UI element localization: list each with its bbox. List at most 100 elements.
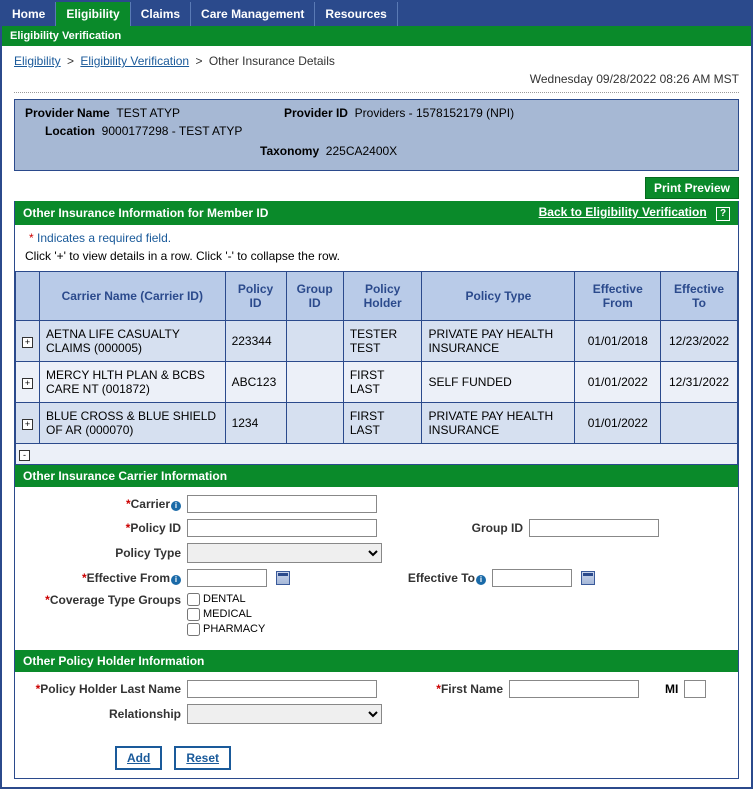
col-policy-type[interactable]: Policy Type (422, 271, 575, 320)
effective-to-input[interactable] (492, 569, 572, 587)
cell-to (661, 402, 738, 443)
section-title-1: Other Insurance Information for Member I… (23, 206, 268, 220)
print-preview-button[interactable]: Print Preview (645, 177, 739, 199)
cell-policy-id: 1234 (225, 402, 286, 443)
back-to-verification-link[interactable]: Back to Eligibility Verification (539, 205, 707, 219)
col-policy-id[interactable]: Policy ID (225, 271, 286, 320)
breadcrumb-verification[interactable]: Eligibility Verification (80, 54, 189, 68)
policy-id-label: Policy ID (130, 521, 181, 535)
provider-name-label: Provider Name (25, 106, 110, 120)
cell-to: 12/31/2022 (661, 361, 738, 402)
timestamp: Wednesday 09/28/2022 08:26 AM MST (14, 72, 739, 86)
policy-type-select[interactable] (187, 543, 382, 563)
cell-type: PRIVATE PAY HEALTH INSURANCE (422, 402, 575, 443)
info-icon[interactable]: i (171, 501, 181, 511)
tab-home[interactable]: Home (2, 2, 56, 26)
cell-group-id (286, 361, 343, 402)
first-name-input[interactable] (509, 680, 639, 698)
cell-policy-id: 223344 (225, 320, 286, 361)
section-other-insurance-info: Other Insurance Information for Member I… (15, 201, 738, 225)
provider-info-panel: Provider Name TEST ATYP Provider ID Prov… (14, 99, 739, 171)
cell-type: PRIVATE PAY HEALTH INSURANCE (422, 320, 575, 361)
cell-carrier: MERCY HLTH PLAN & BCBS CARE NT (001872) (40, 361, 226, 402)
cell-group-id (286, 320, 343, 361)
location-value: 9000177298 - TEST ATYP (102, 124, 243, 138)
section-title-3: Other Policy Holder Information (23, 654, 204, 668)
tab-resources[interactable]: Resources (315, 2, 397, 26)
cell-type: SELF FUNDED (422, 361, 575, 402)
col-effective-to[interactable]: Effective To (661, 271, 738, 320)
cell-carrier: BLUE CROSS & BLUE SHIELD OF AR (000070) (40, 402, 226, 443)
tab-eligibility[interactable]: Eligibility (56, 2, 130, 26)
expand-new-row-button[interactable]: - (19, 450, 30, 461)
relationship-select[interactable] (187, 704, 382, 724)
table-row: + MERCY HLTH PLAN & BCBS CARE NT (001872)… (16, 361, 738, 402)
table-row: + AETNA LIFE CASUALTY CLAIMS (000005)2233… (16, 320, 738, 361)
last-name-input[interactable] (187, 680, 377, 698)
section-title-2: Other Insurance Carrier Information (23, 469, 227, 483)
coverage-dental-label: DENTAL (203, 593, 246, 605)
top-nav: Home Eligibility Claims Care Management … (2, 2, 751, 26)
group-id-label: Group ID (472, 521, 523, 535)
relationship-label: Relationship (109, 707, 181, 721)
expand-row-button[interactable]: + (22, 378, 33, 389)
mi-label: MI (665, 682, 678, 696)
col-group-id[interactable]: Group ID (286, 271, 343, 320)
expand-row-button[interactable]: + (22, 337, 33, 348)
cell-holder: TESTER TEST (343, 320, 422, 361)
policy-id-input[interactable] (187, 519, 377, 537)
group-id-input[interactable] (529, 519, 659, 537)
calendar-icon[interactable] (581, 571, 595, 585)
tab-care-management[interactable]: Care Management (191, 2, 315, 26)
policy-type-label: Policy Type (115, 546, 181, 560)
mi-input[interactable] (684, 680, 706, 698)
carrier-input[interactable] (187, 495, 377, 513)
cell-from: 01/01/2022 (575, 361, 661, 402)
table-row: + BLUE CROSS & BLUE SHIELD OF AR (000070)… (16, 402, 738, 443)
info-icon[interactable]: i (171, 575, 181, 585)
col-carrier[interactable]: Carrier Name (Carrier ID) (40, 271, 226, 320)
last-name-label: Policy Holder Last Name (40, 682, 181, 696)
help-icon[interactable]: ? (716, 207, 730, 221)
tab-claims[interactable]: Claims (131, 2, 191, 26)
section-carrier-info: Other Insurance Carrier Information (15, 465, 738, 487)
breadcrumb-eligibility[interactable]: Eligibility (14, 54, 61, 68)
calendar-icon[interactable] (276, 571, 290, 585)
location-label: Location (45, 124, 95, 138)
cell-to: 12/23/2022 (661, 320, 738, 361)
col-policy-holder[interactable]: Policy Holder (343, 271, 422, 320)
cell-holder: FIRST LAST (343, 361, 422, 402)
effective-from-label: Effective From (87, 571, 170, 585)
insurance-table: Carrier Name (Carrier ID) Policy ID Grou… (15, 271, 738, 444)
coverage-medical-label: MEDICAL (203, 608, 252, 620)
coverage-medical-checkbox[interactable] (187, 608, 200, 621)
expand-row-button[interactable]: + (22, 419, 33, 430)
coverage-pharmacy-checkbox[interactable] (187, 623, 200, 636)
cell-policy-id: ABC123 (225, 361, 286, 402)
breadcrumb: Eligibility > Eligibility Verification >… (14, 54, 739, 68)
taxonomy-label: Taxonomy (260, 144, 319, 158)
expand-instruction: Click '+' to view details in a row. Clic… (15, 247, 738, 271)
reset-button[interactable]: Reset (174, 746, 231, 770)
cell-group-id (286, 402, 343, 443)
cell-from: 01/01/2018 (575, 320, 661, 361)
effective-from-input[interactable] (187, 569, 267, 587)
provider-id-value: Providers - 1578152179 (NPI) (355, 106, 514, 120)
coverage-dental-checkbox[interactable] (187, 593, 200, 606)
col-effective-from[interactable]: Effective From (575, 271, 661, 320)
breadcrumb-current: Other Insurance Details (209, 54, 335, 68)
carrier-label: Carrier (131, 497, 170, 511)
section-policy-holder: Other Policy Holder Information (15, 650, 738, 672)
coverage-type-label: Coverage Type Groups (50, 593, 181, 607)
cell-holder: FIRST LAST (343, 402, 422, 443)
cell-carrier: AETNA LIFE CASUALTY CLAIMS (000005) (40, 320, 226, 361)
add-button[interactable]: Add (115, 746, 162, 770)
coverage-pharmacy-label: PHARMACY (203, 623, 265, 635)
cell-from: 01/01/2022 (575, 402, 661, 443)
provider-id-label: Provider ID (284, 106, 348, 120)
info-icon[interactable]: i (476, 575, 486, 585)
effective-to-label: Effective To (408, 571, 475, 585)
provider-name-value: TEST ATYP (116, 106, 180, 120)
col-expand (16, 271, 40, 320)
required-field-note: * Indicates a required field. (15, 225, 738, 247)
